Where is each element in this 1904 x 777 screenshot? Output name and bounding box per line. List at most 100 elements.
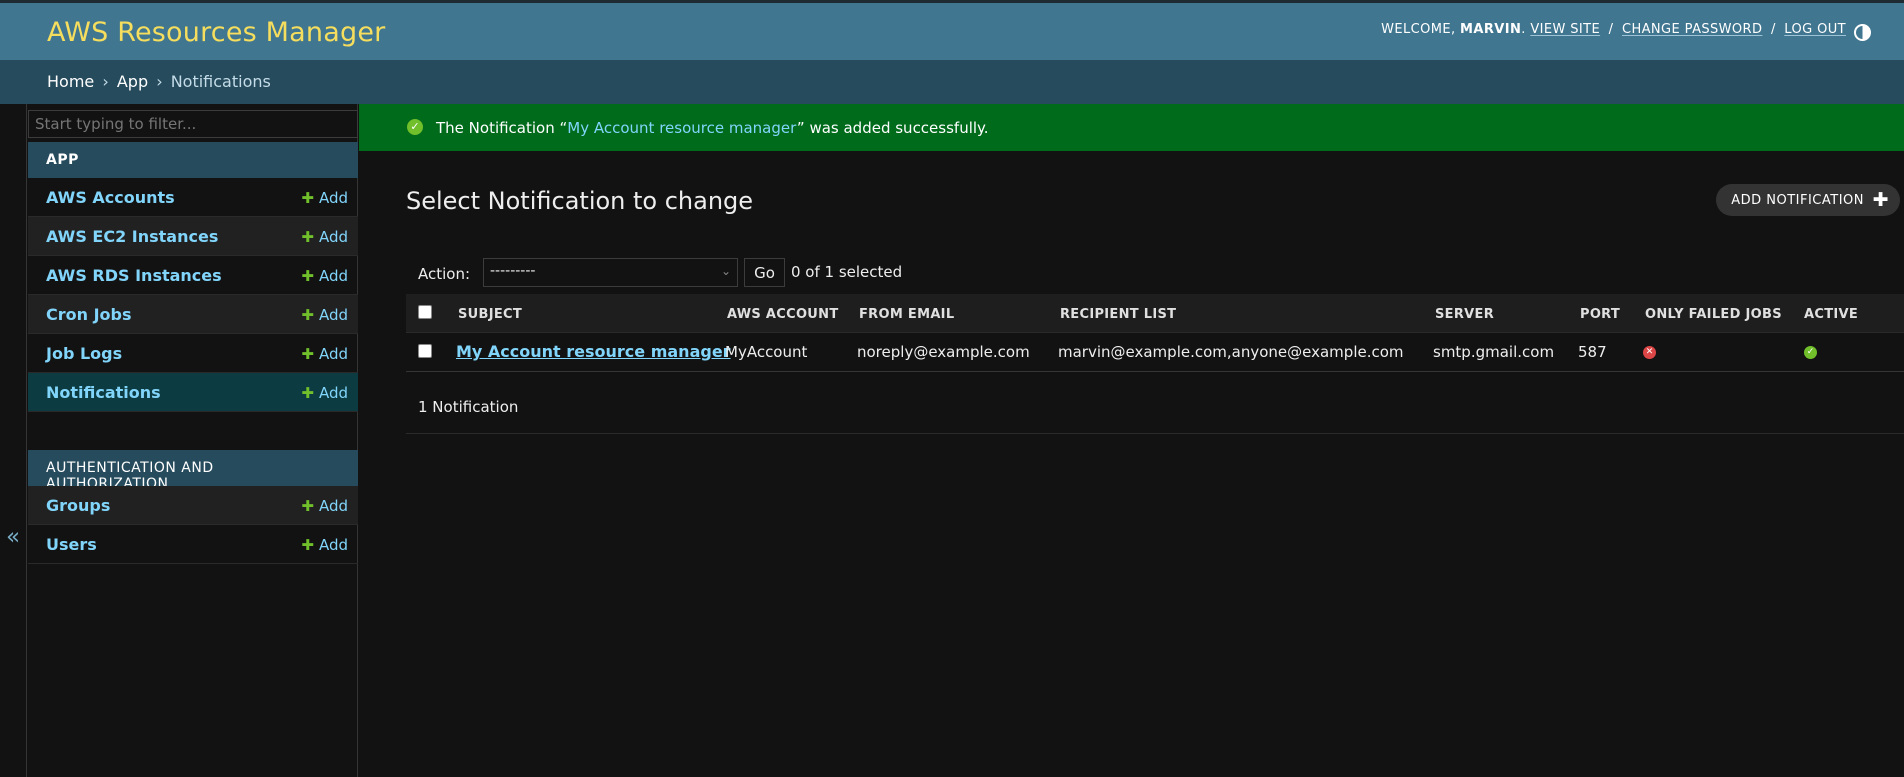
plus-icon: ✚: [301, 384, 314, 402]
view-site-link[interactable]: VIEW SITE: [1530, 22, 1600, 37]
welcome-text: WELCOME,: [1381, 22, 1456, 37]
sidebar-item-groups[interactable]: Groups ✚ Add: [28, 486, 358, 525]
action-select[interactable]: --------- ⌄: [483, 258, 738, 287]
sidebar-item-aws-ec2-instances[interactable]: AWS EC2 Instances ✚ Add: [28, 217, 358, 256]
add-link[interactable]: ✚ Add: [301, 384, 348, 402]
sidebar-item-label[interactable]: Cron Jobs: [46, 305, 132, 324]
change-password-link[interactable]: CHANGE PASSWORD: [1622, 22, 1762, 37]
action-select-value: ---------: [490, 263, 536, 279]
sidebar-item-users[interactable]: Users ✚ Add: [28, 525, 358, 564]
chevron-down-icon: ⌄: [720, 264, 731, 278]
server-cell: smtp.gmail.com: [1433, 343, 1555, 361]
from-email-cell: noreply@example.com: [857, 343, 1030, 361]
subject-link[interactable]: My Account resource manager: [456, 342, 731, 361]
theme-toggle-icon[interactable]: [1854, 24, 1871, 41]
add-link[interactable]: ✚ Add: [301, 536, 348, 554]
plus-icon: ✚: [301, 536, 314, 554]
go-button[interactable]: Go: [744, 258, 785, 287]
main-content: ✓ The Notification “My Account resource …: [359, 104, 1904, 777]
column-header-recipient-list[interactable]: RECIPIENT LIST: [1060, 307, 1176, 322]
plus-icon: ✚: [301, 228, 314, 246]
breadcrumb-arrow: ›: [156, 72, 163, 91]
module-caption-app[interactable]: APP: [28, 142, 358, 178]
user-tools: WELCOME, MARVIN. VIEW SITE / CHANGE PASS…: [1381, 22, 1846, 37]
plus-icon: ✚: [301, 306, 314, 324]
plus-icon: ✚: [301, 267, 314, 285]
sidebar-item-label[interactable]: Job Logs: [46, 344, 122, 363]
plus-icon: ✚: [301, 345, 314, 363]
separator: /: [1608, 22, 1614, 37]
add-label: Add: [318, 497, 348, 515]
breadcrumb: Home › App › Notifications: [0, 60, 1904, 104]
false-icon: ✕: [1643, 346, 1656, 359]
success-check-icon: ✓: [407, 119, 423, 135]
sidebar-item-label[interactable]: Notifications: [46, 383, 161, 402]
column-header-only-failed-jobs[interactable]: ONLY FAILED JOBS: [1645, 307, 1782, 322]
page-title: Select Notification to change: [406, 187, 754, 215]
port-cell: 587: [1578, 343, 1607, 361]
add-link[interactable]: ✚ Add: [301, 345, 348, 363]
paginator: 1 Notification: [406, 384, 1904, 434]
add-label: Add: [318, 345, 348, 363]
column-header-port[interactable]: PORT: [1580, 307, 1620, 322]
message-prefix: The Notification “: [436, 119, 568, 137]
sidebar-item-label[interactable]: AWS Accounts: [46, 188, 175, 207]
add-link[interactable]: ✚ Add: [301, 189, 348, 207]
collapse-sidebar-icon[interactable]: «: [6, 524, 20, 550]
column-header-from-email[interactable]: FROM EMAIL: [859, 307, 954, 322]
sidebar-item-job-logs[interactable]: Job Logs ✚ Add: [28, 334, 358, 373]
sidebar-item-notifications[interactable]: Notifications ✚ Add: [28, 373, 358, 412]
nav-sidebar: APP AWS Accounts ✚Add AWS EC2 Instances …: [28, 104, 358, 777]
sidebar-item-aws-rds-instances[interactable]: AWS RDS Instances ✚ Add: [28, 256, 358, 295]
breadcrumb-app[interactable]: App: [117, 72, 148, 91]
module-caption-auth[interactable]: AUTHENTICATION AND AUTHORIZATION: [28, 450, 358, 492]
username: MARVIN: [1460, 22, 1522, 37]
selection-counter: 0 of 1 selected: [791, 263, 903, 281]
add-notification-button[interactable]: ADD NOTIFICATION ✚: [1716, 184, 1900, 216]
add-label: Add: [318, 189, 348, 207]
sidebar-item-label[interactable]: AWS EC2 Instances: [46, 227, 218, 246]
separator: /: [1770, 22, 1776, 37]
add-label: Add: [318, 306, 348, 324]
column-header-active[interactable]: ACTIVE: [1804, 307, 1858, 322]
sidebar-item-label[interactable]: AWS RDS Instances: [46, 266, 222, 285]
row-checkbox[interactable]: [418, 344, 432, 358]
plus-icon: ✚: [301, 189, 314, 207]
add-label: Add: [318, 267, 348, 285]
sidebar-item-cron-jobs[interactable]: Cron Jobs ✚ Add: [28, 295, 358, 334]
aws-account-cell: MyAccount: [725, 343, 808, 361]
column-header-aws-account[interactable]: AWS ACCOUNT: [727, 307, 839, 322]
add-label: Add: [318, 228, 348, 246]
nav-filter-input[interactable]: [28, 110, 358, 138]
column-header-server[interactable]: SERVER: [1435, 307, 1494, 322]
add-notification-label: ADD NOTIFICATION: [1731, 193, 1864, 208]
breadcrumb-home[interactable]: Home: [47, 72, 94, 91]
breadcrumb-current: Notifications: [170, 72, 271, 91]
log-out-link[interactable]: LOG OUT: [1784, 22, 1846, 37]
sidebar-item-label[interactable]: Groups: [46, 496, 110, 515]
sidebar-item-aws-accounts[interactable]: AWS Accounts ✚ Add: [28, 178, 358, 217]
message-object-link[interactable]: My Account resource manager: [567, 119, 797, 137]
success-message: ✓ The Notification “My Account resource …: [359, 104, 1904, 151]
recipient-list-cell: marvin@example.com,anyone@example.com: [1058, 343, 1404, 361]
table-row: My Account resource manager MyAccount no…: [406, 333, 1904, 372]
plus-icon: ✚: [301, 497, 314, 515]
add-link[interactable]: ✚ Add: [301, 228, 348, 246]
add-label: Add: [318, 384, 348, 402]
select-all-checkbox[interactable]: [418, 305, 432, 319]
column-header-subject[interactable]: SUBJECT: [458, 307, 522, 322]
true-icon: ✓: [1804, 346, 1817, 359]
breadcrumb-arrow: ›: [102, 72, 109, 91]
sidebar-toggle[interactable]: «: [0, 104, 27, 777]
actions-bar: Action: --------- ⌄ Go 0 of 1 selected: [406, 253, 1904, 293]
add-label: Add: [318, 536, 348, 554]
table-header: SUBJECT AWS ACCOUNT FROM EMAIL RECIPIENT…: [406, 294, 1904, 333]
site-name[interactable]: AWS Resources Manager: [47, 17, 385, 48]
add-link[interactable]: ✚ Add: [301, 306, 348, 324]
sidebar-item-label[interactable]: Users: [46, 535, 97, 554]
result-table: SUBJECT AWS ACCOUNT FROM EMAIL RECIPIENT…: [406, 294, 1904, 372]
action-label: Action:: [418, 265, 471, 283]
add-link[interactable]: ✚ Add: [301, 497, 348, 515]
add-link[interactable]: ✚ Add: [301, 267, 348, 285]
header: AWS Resources Manager WELCOME, MARVIN. V…: [0, 0, 1904, 60]
